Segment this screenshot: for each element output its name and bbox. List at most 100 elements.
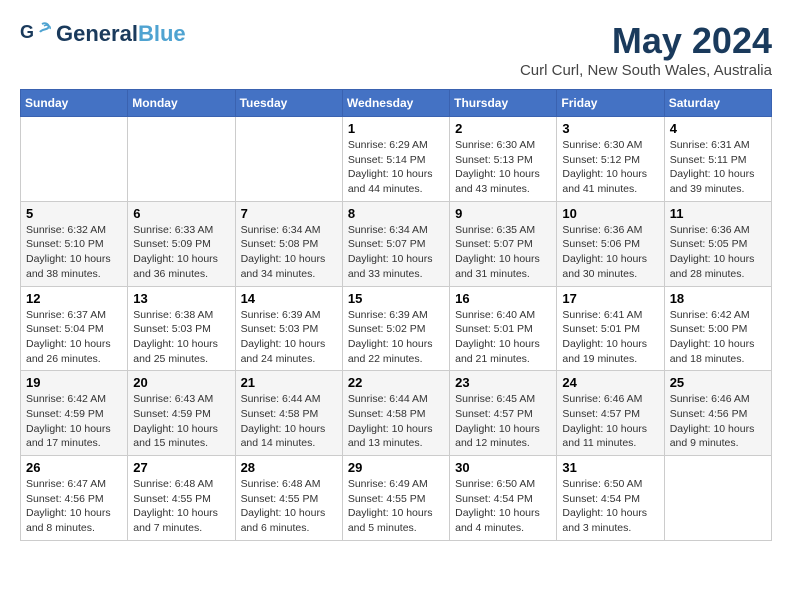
calendar-cell: 29 Sunrise: 6:49 AM Sunset: 4:55 PM Dayli… xyxy=(342,456,449,541)
header: G GeneralBlue May 2024 Curl Curl, New So… xyxy=(20,20,772,79)
day-number: 5 xyxy=(26,206,122,221)
title-area: May 2024 Curl Curl, New South Wales, Aus… xyxy=(520,20,772,79)
day-info: Sunrise: 6:34 AM Sunset: 5:08 PM Dayligh… xyxy=(241,223,337,282)
day-number: 31 xyxy=(562,460,658,475)
day-info: Sunrise: 6:41 AM Sunset: 5:01 PM Dayligh… xyxy=(562,308,658,367)
day-info: Sunrise: 6:40 AM Sunset: 5:01 PM Dayligh… xyxy=(455,308,551,367)
day-info: Sunrise: 6:47 AM Sunset: 4:56 PM Dayligh… xyxy=(26,477,122,536)
logo-text: GeneralBlue xyxy=(56,21,186,47)
location-subtitle: Curl Curl, New South Wales, Australia xyxy=(520,62,772,79)
day-number: 17 xyxy=(562,291,658,306)
logo-icon: G xyxy=(20,20,52,48)
calendar-cell: 21Sunrise: 6:44 AM Sunset: 4:58 PM Dayli… xyxy=(235,371,342,456)
day-info: Sunrise: 6:48 AM Sunset: 4:55 PM Dayligh… xyxy=(133,477,229,536)
day-info: Sunrise: 6:44 AM Sunset: 4:58 PM Dayligh… xyxy=(348,392,444,451)
calendar-cell: 25 Sunrise: 6:46 AM Sunset: 4:56 PM Dayli… xyxy=(664,371,771,456)
day-number: 26 xyxy=(26,460,122,475)
day-number: 25 xyxy=(670,375,766,390)
day-number: 9 xyxy=(455,206,551,221)
calendar-cell: 3Sunrise: 6:30 AM Sunset: 5:12 PM Daylig… xyxy=(557,117,664,202)
weekday-header-monday: Monday xyxy=(128,90,235,117)
day-number: 28 xyxy=(241,460,337,475)
calendar-cell: 30Sunrise: 6:50 AM Sunset: 4:54 PM Dayli… xyxy=(450,456,557,541)
day-info: Sunrise: 6:42 AM Sunset: 5:00 PM Dayligh… xyxy=(670,308,766,367)
calendar-week-3: 12 Sunrise: 6:37 AM Sunset: 5:04 PM Dayli… xyxy=(21,286,772,371)
day-number: 22 xyxy=(348,375,444,390)
day-number: 20 xyxy=(133,375,229,390)
calendar-cell: 18Sunrise: 6:42 AM Sunset: 5:00 PM Dayli… xyxy=(664,286,771,371)
calendar-cell: 20 Sunrise: 6:43 AM Sunset: 4:59 PM Dayli… xyxy=(128,371,235,456)
day-number: 11 xyxy=(670,206,766,221)
day-info: Sunrise: 6:33 AM Sunset: 5:09 PM Dayligh… xyxy=(133,223,229,282)
weekday-header-sunday: Sunday xyxy=(21,90,128,117)
calendar-week-4: 19 Sunrise: 6:42 AM Sunset: 4:59 PM Dayli… xyxy=(21,371,772,456)
calendar-cell: 28Sunrise: 6:48 AM Sunset: 4:55 PM Dayli… xyxy=(235,456,342,541)
calendar-cell xyxy=(128,117,235,202)
day-info: Sunrise: 6:30 AM Sunset: 5:13 PM Dayligh… xyxy=(455,138,551,197)
day-number: 21 xyxy=(241,375,337,390)
day-number: 15 xyxy=(348,291,444,306)
day-info: Sunrise: 6:36 AM Sunset: 5:06 PM Dayligh… xyxy=(562,223,658,282)
day-number: 8 xyxy=(348,206,444,221)
calendar-body: 1Sunrise: 6:29 AM Sunset: 5:14 PM Daylig… xyxy=(21,117,772,541)
calendar-cell: 23Sunrise: 6:45 AM Sunset: 4:57 PM Dayli… xyxy=(450,371,557,456)
weekday-header-friday: Friday xyxy=(557,90,664,117)
day-info: Sunrise: 6:37 AM Sunset: 5:04 PM Dayligh… xyxy=(26,308,122,367)
calendar-cell: 12 Sunrise: 6:37 AM Sunset: 5:04 PM Dayli… xyxy=(21,286,128,371)
day-number: 12 xyxy=(26,291,122,306)
calendar-cell: 2 Sunrise: 6:30 AM Sunset: 5:13 PM Daylig… xyxy=(450,117,557,202)
day-number: 16 xyxy=(455,291,551,306)
calendar-cell: 6 Sunrise: 6:33 AM Sunset: 5:09 PM Daylig… xyxy=(128,201,235,286)
day-info: Sunrise: 6:29 AM Sunset: 5:14 PM Dayligh… xyxy=(348,138,444,197)
day-info: Sunrise: 6:39 AM Sunset: 5:03 PM Dayligh… xyxy=(241,308,337,367)
day-info: Sunrise: 6:45 AM Sunset: 4:57 PM Dayligh… xyxy=(455,392,551,451)
logo: G GeneralBlue xyxy=(20,20,186,48)
calendar-cell: 27 Sunrise: 6:48 AM Sunset: 4:55 PM Dayli… xyxy=(128,456,235,541)
day-number: 19 xyxy=(26,375,122,390)
day-info: Sunrise: 6:39 AM Sunset: 5:02 PM Dayligh… xyxy=(348,308,444,367)
day-number: 4 xyxy=(670,121,766,136)
day-info: Sunrise: 6:46 AM Sunset: 4:57 PM Dayligh… xyxy=(562,392,658,451)
calendar-cell: 14 Sunrise: 6:39 AM Sunset: 5:03 PM Dayli… xyxy=(235,286,342,371)
calendar-cell: 9 Sunrise: 6:35 AM Sunset: 5:07 PM Daylig… xyxy=(450,201,557,286)
day-info: Sunrise: 6:43 AM Sunset: 4:59 PM Dayligh… xyxy=(133,392,229,451)
day-number: 27 xyxy=(133,460,229,475)
day-number: 29 xyxy=(348,460,444,475)
day-number: 7 xyxy=(241,206,337,221)
day-number: 24 xyxy=(562,375,658,390)
calendar-cell: 17 Sunrise: 6:41 AM Sunset: 5:01 PM Dayli… xyxy=(557,286,664,371)
calendar-cell: 22 Sunrise: 6:44 AM Sunset: 4:58 PM Dayli… xyxy=(342,371,449,456)
weekday-header-wednesday: Wednesday xyxy=(342,90,449,117)
day-info: Sunrise: 6:38 AM Sunset: 5:03 PM Dayligh… xyxy=(133,308,229,367)
day-info: Sunrise: 6:35 AM Sunset: 5:07 PM Dayligh… xyxy=(455,223,551,282)
day-number: 14 xyxy=(241,291,337,306)
calendar-week-1: 1Sunrise: 6:29 AM Sunset: 5:14 PM Daylig… xyxy=(21,117,772,202)
svg-text:G: G xyxy=(20,22,34,42)
day-info: Sunrise: 6:46 AM Sunset: 4:56 PM Dayligh… xyxy=(670,392,766,451)
day-info: Sunrise: 6:32 AM Sunset: 5:10 PM Dayligh… xyxy=(26,223,122,282)
calendar-cell: 7 Sunrise: 6:34 AM Sunset: 5:08 PM Daylig… xyxy=(235,201,342,286)
day-info: Sunrise: 6:42 AM Sunset: 4:59 PM Dayligh… xyxy=(26,392,122,451)
calendar-cell: 5 Sunrise: 6:32 AM Sunset: 5:10 PM Daylig… xyxy=(21,201,128,286)
day-number: 6 xyxy=(133,206,229,221)
calendar-cell: 4 Sunrise: 6:31 AM Sunset: 5:11 PM Daylig… xyxy=(664,117,771,202)
calendar-cell xyxy=(21,117,128,202)
calendar-cell: 16 Sunrise: 6:40 AM Sunset: 5:01 PM Dayli… xyxy=(450,286,557,371)
calendar-cell: 10Sunrise: 6:36 AM Sunset: 5:06 PM Dayli… xyxy=(557,201,664,286)
day-info: Sunrise: 6:49 AM Sunset: 4:55 PM Dayligh… xyxy=(348,477,444,536)
calendar-cell: 13 Sunrise: 6:38 AM Sunset: 5:03 PM Dayli… xyxy=(128,286,235,371)
day-info: Sunrise: 6:34 AM Sunset: 5:07 PM Dayligh… xyxy=(348,223,444,282)
day-info: Sunrise: 6:36 AM Sunset: 5:05 PM Dayligh… xyxy=(670,223,766,282)
calendar-cell xyxy=(235,117,342,202)
day-info: Sunrise: 6:31 AM Sunset: 5:11 PM Dayligh… xyxy=(670,138,766,197)
calendar-week-5: 26 Sunrise: 6:47 AM Sunset: 4:56 PM Dayli… xyxy=(21,456,772,541)
calendar-cell: 1Sunrise: 6:29 AM Sunset: 5:14 PM Daylig… xyxy=(342,117,449,202)
day-info: Sunrise: 6:50 AM Sunset: 4:54 PM Dayligh… xyxy=(562,477,658,536)
day-number: 30 xyxy=(455,460,551,475)
day-number: 2 xyxy=(455,121,551,136)
calendar-table: SundayMondayTuesdayWednesdayThursdayFrid… xyxy=(20,89,772,541)
day-number: 13 xyxy=(133,291,229,306)
calendar-cell: 15 Sunrise: 6:39 AM Sunset: 5:02 PM Dayli… xyxy=(342,286,449,371)
calendar-cell: 31 Sunrise: 6:50 AM Sunset: 4:54 PM Dayli… xyxy=(557,456,664,541)
calendar-cell: 8 Sunrise: 6:34 AM Sunset: 5:07 PM Daylig… xyxy=(342,201,449,286)
